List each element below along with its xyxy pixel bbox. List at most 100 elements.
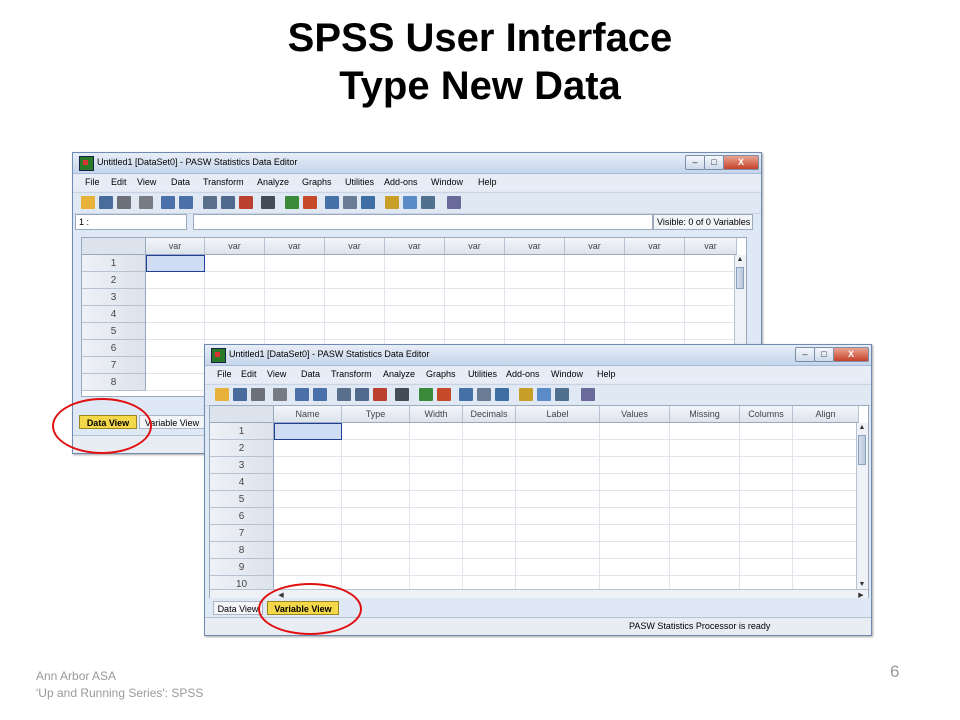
- menu-item-help[interactable]: Help: [597, 369, 616, 379]
- row-header[interactable]: 1: [82, 255, 146, 272]
- menu-item-analyze[interactable]: Analyze: [257, 177, 289, 187]
- menu-item-utilities[interactable]: Utilities: [345, 177, 374, 187]
- column-header[interactable]: Decimals: [463, 406, 516, 423]
- spelling-icon[interactable]: [581, 388, 595, 401]
- undo-icon[interactable]: [161, 196, 175, 209]
- open-folder-icon[interactable]: [215, 388, 229, 401]
- print-icon[interactable]: [251, 388, 265, 401]
- menu-item-graphs[interactable]: Graphs: [426, 369, 456, 379]
- close-button[interactable]: X: [833, 347, 869, 362]
- row-header[interactable]: 3: [210, 457, 274, 474]
- scroll-thumb[interactable]: [858, 435, 866, 465]
- goto-case-icon[interactable]: [337, 388, 351, 401]
- value-labels-icon[interactable]: [519, 388, 533, 401]
- find-icon[interactable]: [261, 196, 275, 209]
- column-header[interactable]: Name: [274, 406, 342, 423]
- minimize-button[interactable]: –: [795, 347, 815, 362]
- column-header[interactable]: Align: [793, 406, 859, 423]
- row-header[interactable]: 4: [210, 474, 274, 491]
- variables-icon[interactable]: [239, 196, 253, 209]
- row-header[interactable]: 1: [210, 423, 274, 440]
- row-header[interactable]: 6: [82, 340, 146, 357]
- row-header[interactable]: 4: [82, 306, 146, 323]
- row-header[interactable]: 8: [82, 374, 146, 391]
- menu-item-edit[interactable]: Edit: [111, 177, 127, 187]
- dialog-recall-icon[interactable]: [139, 196, 153, 209]
- scroll-thumb[interactable]: [736, 267, 744, 289]
- row-header[interactable]: 9: [210, 559, 274, 576]
- row-header[interactable]: 5: [210, 491, 274, 508]
- title-bar[interactable]: Untitled1 [DataSet0] - PASW Statistics D…: [205, 345, 871, 366]
- column-header[interactable]: Values: [600, 406, 670, 423]
- menu-item-add-ons[interactable]: Add-ons: [384, 177, 418, 187]
- menu-item-add-ons[interactable]: Add-ons: [506, 369, 540, 379]
- goto-variable-icon[interactable]: [221, 196, 235, 209]
- column-header[interactable]: var: [325, 238, 385, 255]
- menu-item-data[interactable]: Data: [301, 369, 320, 379]
- value-labels-icon[interactable]: [385, 196, 399, 209]
- select-cases-icon[interactable]: [495, 388, 509, 401]
- column-header[interactable]: var: [505, 238, 565, 255]
- use-sets-icon[interactable]: [537, 388, 551, 401]
- menu-item-help[interactable]: Help: [478, 177, 497, 187]
- selected-cell[interactable]: [274, 423, 342, 440]
- show-all-icon[interactable]: [421, 196, 435, 209]
- menu-item-window[interactable]: Window: [431, 177, 463, 187]
- column-header[interactable]: Width: [410, 406, 463, 423]
- column-header[interactable]: Label: [516, 406, 600, 423]
- column-header[interactable]: var: [625, 238, 685, 255]
- print-icon[interactable]: [117, 196, 131, 209]
- tab-data-view[interactable]: Data View: [213, 601, 263, 615]
- menu-item-edit[interactable]: Edit: [241, 369, 257, 379]
- find-icon[interactable]: [395, 388, 409, 401]
- vertical-scrollbar[interactable]: ▲ ▼: [856, 423, 868, 589]
- scroll-up-arrow-icon[interactable]: ▲: [735, 256, 745, 263]
- menu-item-file[interactable]: File: [217, 369, 232, 379]
- menu-item-analyze[interactable]: Analyze: [383, 369, 415, 379]
- variables-icon[interactable]: [373, 388, 387, 401]
- menu-item-graphs[interactable]: Graphs: [302, 177, 332, 187]
- use-sets-icon[interactable]: [403, 196, 417, 209]
- scroll-down-arrow-icon[interactable]: ▼: [857, 581, 867, 588]
- row-header[interactable]: 7: [82, 357, 146, 374]
- show-all-icon[interactable]: [555, 388, 569, 401]
- row-header[interactable]: 2: [210, 440, 274, 457]
- selected-cell[interactable]: [146, 255, 205, 272]
- row-header[interactable]: 3: [82, 289, 146, 306]
- menu-item-utilities[interactable]: Utilities: [468, 369, 497, 379]
- insert-cases-icon[interactable]: [285, 196, 299, 209]
- maximize-button[interactable]: □: [814, 347, 834, 362]
- menu-item-window[interactable]: Window: [551, 369, 583, 379]
- maximize-button[interactable]: □: [704, 155, 724, 170]
- undo-icon[interactable]: [295, 388, 309, 401]
- menu-item-view[interactable]: View: [137, 177, 156, 187]
- insert-variable-icon[interactable]: [437, 388, 451, 401]
- spelling-icon[interactable]: [447, 196, 461, 209]
- weight-cases-icon[interactable]: [477, 388, 491, 401]
- cell-editor-field[interactable]: [193, 214, 653, 230]
- open-folder-icon[interactable]: [81, 196, 95, 209]
- save-icon[interactable]: [233, 388, 247, 401]
- column-header[interactable]: Type: [342, 406, 410, 423]
- column-header[interactable]: var: [146, 238, 205, 255]
- redo-icon[interactable]: [313, 388, 327, 401]
- column-header[interactable]: var: [685, 238, 737, 255]
- column-header[interactable]: var: [265, 238, 325, 255]
- variable-grid[interactable]: Name Type Width Decimals Label Values Missing C…: [209, 405, 869, 602]
- menu-item-transform[interactable]: Transform: [203, 177, 244, 187]
- column-header[interactable]: var: [445, 238, 505, 255]
- goto-case-icon[interactable]: [203, 196, 217, 209]
- column-header[interactable]: Missing: [670, 406, 740, 423]
- column-header[interactable]: var: [385, 238, 445, 255]
- menu-item-file[interactable]: File: [85, 177, 100, 187]
- menu-item-transform[interactable]: Transform: [331, 369, 372, 379]
- redo-icon[interactable]: [179, 196, 193, 209]
- split-file-icon[interactable]: [325, 196, 339, 209]
- menu-item-data[interactable]: Data: [171, 177, 190, 187]
- split-file-icon[interactable]: [459, 388, 473, 401]
- dialog-recall-icon[interactable]: [273, 388, 287, 401]
- insert-variable-icon[interactable]: [303, 196, 317, 209]
- row-header[interactable]: 6: [210, 508, 274, 525]
- row-header[interactable]: 8: [210, 542, 274, 559]
- cell-reference-box[interactable]: 1 :: [75, 214, 187, 230]
